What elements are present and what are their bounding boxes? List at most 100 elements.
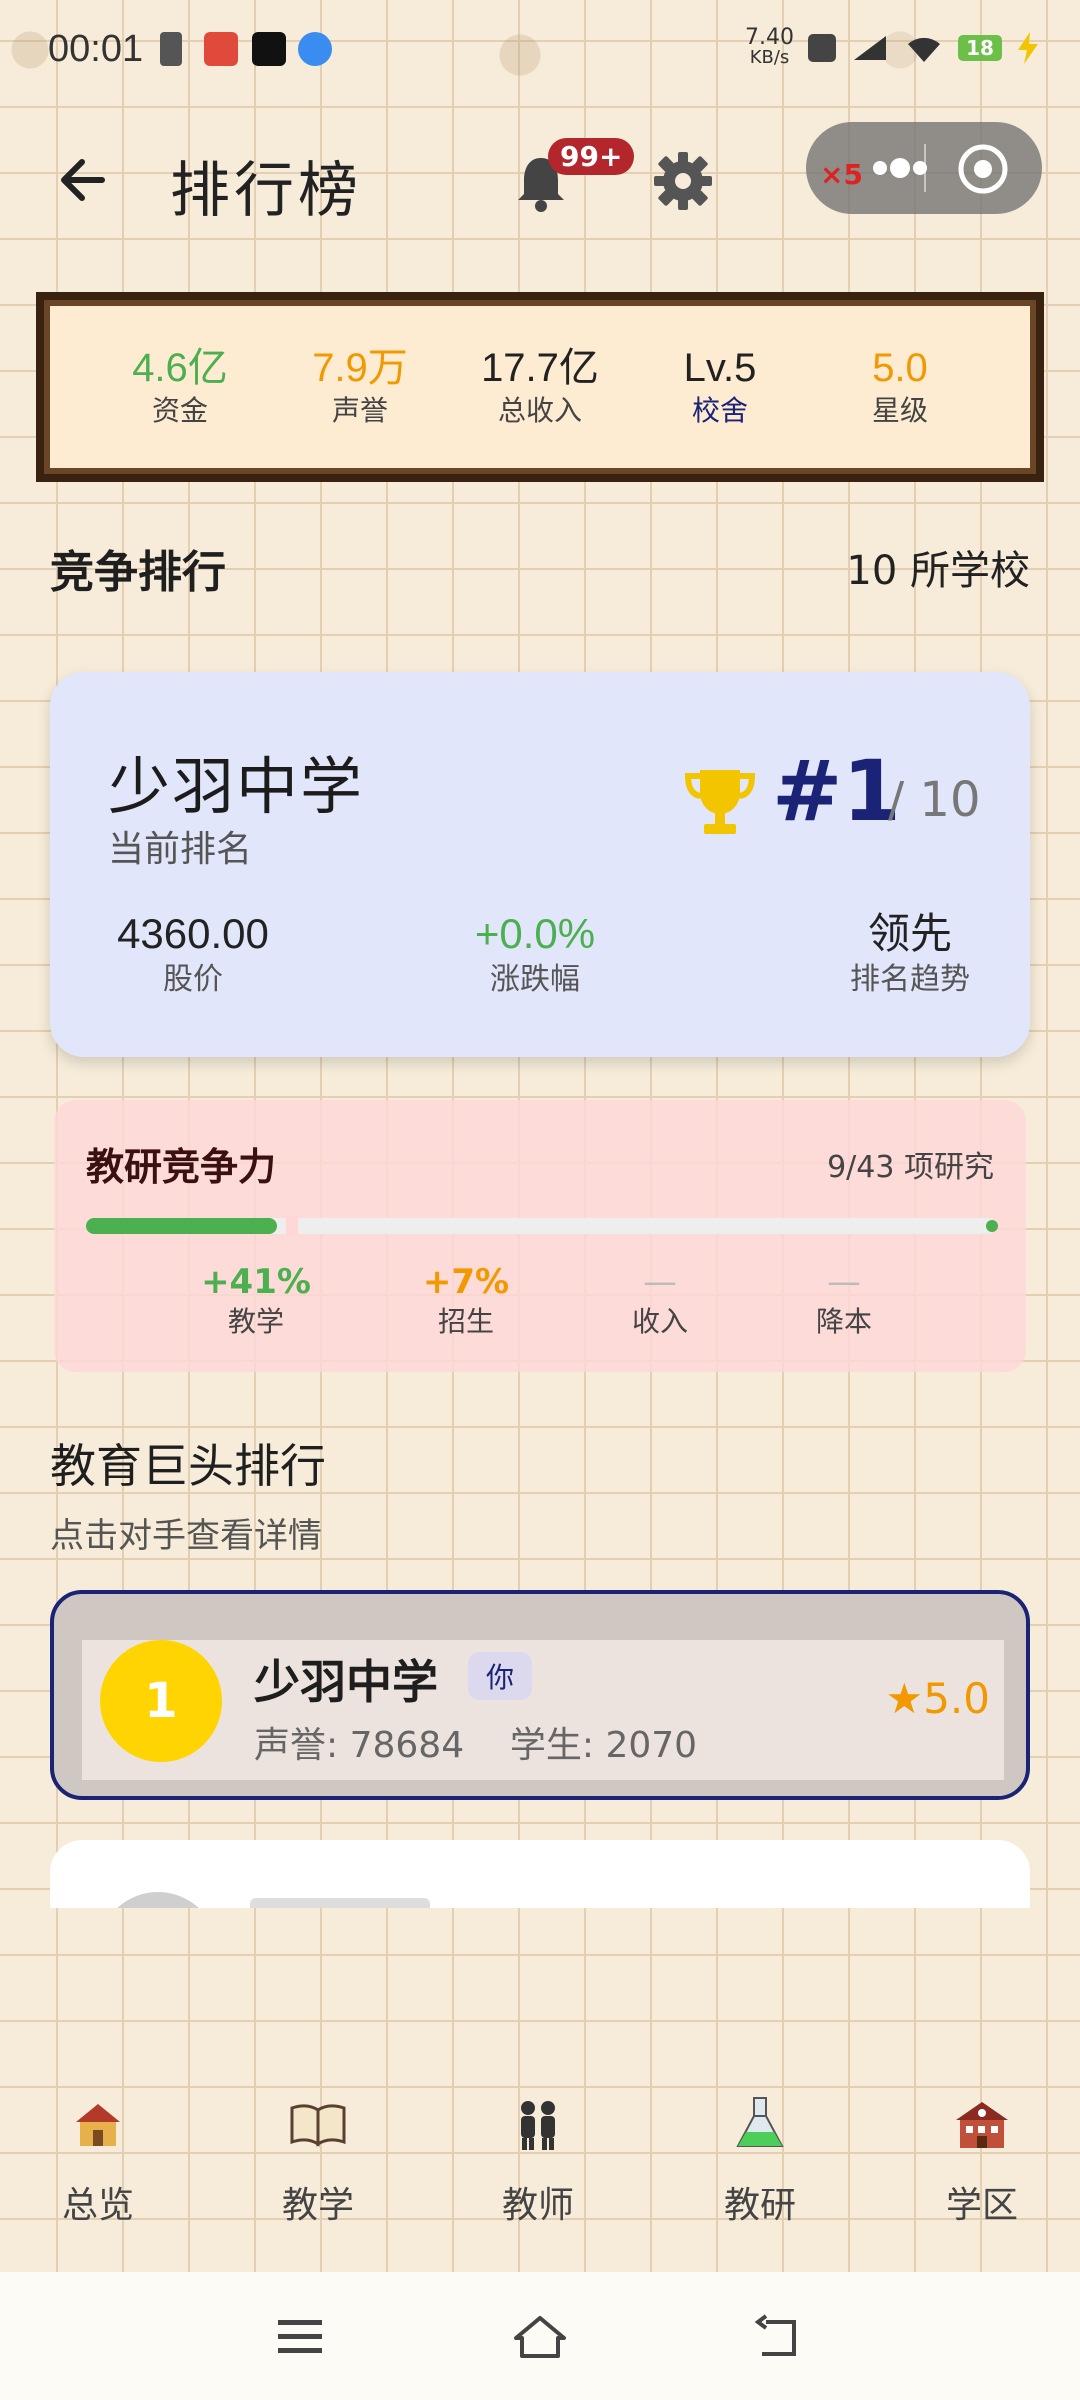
school-district-icon (956, 2102, 1008, 2148)
resource-stats-bar: 4.6亿 资金 7.9万 声誉 17.7亿 总收入 Lv.5 校舍 5.0 星级 (36, 292, 1044, 482)
you-badge: 你 (468, 1652, 533, 1700)
rank-trend: 领先 (867, 910, 952, 957)
menu-icon[interactable] (270, 2312, 330, 2362)
trend-block: 领先 排名趋势 (840, 908, 980, 1000)
notification-badge: 99+ (548, 138, 635, 175)
net-speed-value: 7.40 (745, 25, 794, 50)
stat-value: 7.9万 (312, 346, 408, 390)
back-arrow-icon[interactable] (52, 148, 116, 212)
research-value: — (643, 1262, 677, 1302)
stat-label: 资金 (151, 394, 208, 427)
nav-research[interactable]: 教研 (680, 2082, 840, 2228)
gear-icon[interactable] (650, 148, 716, 214)
research-count: 9/43 项研究 (827, 1150, 994, 1185)
nav-overview[interactable]: 总览 (18, 2082, 178, 2228)
rank-number: #1 (772, 742, 901, 840)
teachers-icon (521, 2101, 555, 2150)
nav-teachers[interactable]: 教师 (458, 2082, 618, 2228)
stat-total-income: 17.7亿 总收入 (450, 344, 630, 430)
ranking-row[interactable]: 1 少羽中学 你 声誉: 78684 学生: 2070 ★5.0 (50, 1590, 1030, 1800)
miniprogram-capsule: ×5 (806, 122, 1042, 214)
row-stats: 声誉: 78684 学生: 2070 (254, 1725, 698, 1766)
research-label: 招生 (437, 1305, 494, 1338)
school-count: 10 所学校 (846, 548, 1030, 594)
stat-star-rating: 5.0 星级 (810, 344, 990, 430)
stat-funds: 4.6亿 资金 (90, 344, 270, 430)
change-label: 涨跌幅 (490, 962, 580, 997)
nav-label: 学区 (945, 2185, 1018, 2226)
lock-icon (160, 32, 182, 66)
change-block: +0.0% 涨跌幅 (460, 908, 610, 1000)
progress-end-dot (986, 1220, 998, 1232)
charging-icon (1018, 32, 1038, 64)
rank-circle: 1 (100, 1640, 222, 1762)
research-value: — (827, 1262, 861, 1302)
stock-price-block: 4360.00 股价 (108, 908, 278, 1000)
school-name: 少羽中学 (108, 750, 365, 823)
status-time: 00:01 (48, 28, 144, 70)
research-item-enrollment: +7% 招生 (396, 1262, 536, 1342)
stat-campus-level[interactable]: Lv.5 校舍 (630, 344, 810, 430)
school-house-icon (76, 2104, 120, 2146)
stat-label: 总收入 (497, 394, 582, 427)
stat-value: 4.6亿 (132, 346, 228, 390)
price-change: +0.0% (474, 910, 596, 957)
stat-label: 声誉 (331, 394, 388, 427)
research-label: 降本 (815, 1305, 872, 1338)
research-item-cost-cut: — 降本 (774, 1262, 914, 1342)
wifi-icon (908, 37, 940, 62)
battery-icon: 18 (958, 35, 1002, 61)
home-icon[interactable] (510, 2312, 570, 2362)
stat-label: 校舍 (691, 394, 748, 427)
giants-subtitle: 点击对手查看详情 (50, 1516, 322, 1556)
nav-label: 教师 (501, 2185, 574, 2226)
research-title: 教研竞争力 (86, 1145, 277, 1189)
stock-label: 股价 (163, 962, 223, 997)
page-title: 排行榜 (170, 156, 362, 226)
back-icon[interactable] (750, 2312, 810, 2362)
trophy-icon (684, 770, 756, 834)
send-icon (298, 32, 332, 66)
nav-teaching[interactable]: 教学 (238, 2082, 398, 2228)
bottom-nav: 总览 教学 教师 教研 学区 (0, 2082, 1080, 2272)
stat-value: Lv.5 (683, 346, 757, 390)
giants-title: 教育巨头排行 (50, 1439, 326, 1493)
net-speed: 7.40 KB/s (745, 25, 794, 68)
research-competitiveness-card[interactable]: 教研竞争力 9/43 项研究 +41% 教学 +7% 招生 — 收入 — 降本 (54, 1100, 1026, 1372)
tiktok-icon (252, 32, 286, 66)
more-dots-icon[interactable] (842, 152, 932, 184)
research-progress-fill (86, 1218, 278, 1234)
research-label: 教学 (227, 1305, 284, 1338)
system-nav-bar (0, 2272, 1080, 2400)
research-value: +7% (422, 1262, 510, 1302)
nav-district[interactable]: 学区 (902, 2082, 1062, 2228)
row-star-rating: ★5.0 (885, 1674, 990, 1723)
nav-label: 总览 (61, 2185, 134, 2226)
competition-title: 竞争排行 (50, 547, 226, 598)
research-item-teaching: +41% 教学 (186, 1262, 326, 1342)
net-speed-unit: KB/s (749, 47, 790, 68)
flask-icon (736, 2097, 784, 2147)
current-rank-card: 少羽中学 当前排名 #1 / 10 4360.00 股价 +0.0% 涨跌幅 领… (50, 672, 1030, 1057)
close-box-icon (808, 34, 836, 62)
research-value: +41% (201, 1262, 311, 1302)
app-icon (204, 32, 238, 66)
rank-circle (98, 1892, 218, 1908)
research-label: 收入 (631, 1305, 688, 1338)
nav-label: 教学 (281, 2185, 354, 2226)
nav-label: 教研 (723, 2185, 796, 2226)
stat-value: 17.7亿 (481, 346, 599, 390)
signal-icon (854, 36, 886, 60)
open-book-icon (290, 2104, 346, 2147)
capsule-separator (924, 144, 926, 192)
close-miniprogram-icon[interactable] (956, 142, 1010, 196)
stock-price: 4360.00 (117, 910, 269, 957)
row-school-name: 少羽中学 (254, 1655, 438, 1709)
rank-subtitle: 当前排名 (108, 829, 253, 870)
stat-reputation: 7.9万 声誉 (270, 344, 450, 430)
trend-label: 排名趋势 (850, 962, 970, 997)
progress-gap (286, 1216, 298, 1236)
rank-total: / 10 (888, 772, 981, 828)
status-bar: 00:01 7.40 KB/s 18 (0, 20, 1080, 80)
ranking-row-partial[interactable] (50, 1840, 1030, 1908)
